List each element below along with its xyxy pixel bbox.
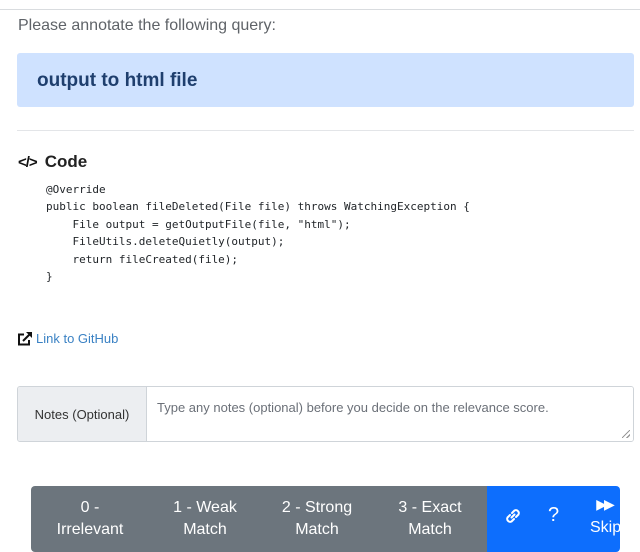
- help-icon: ?: [548, 504, 560, 526]
- github-link[interactable]: Link to GitHub: [18, 331, 118, 346]
- score-1-label: 1 - Weak Match: [173, 499, 237, 538]
- code-header: </> Code: [18, 152, 87, 172]
- resize-grip-icon[interactable]: [622, 430, 630, 438]
- score-toolbar: 0 - Irrelevant 1 - Weak Match 2 - Strong…: [31, 486, 621, 552]
- link-icon: [506, 509, 520, 523]
- action-group: ? ▶▶ Skip: [487, 486, 621, 552]
- code-title: Code: [44, 152, 88, 171]
- code-snippet: @Override public boolean fileDeleted(Fil…: [46, 183, 470, 284]
- help-button[interactable]: ?: [548, 504, 559, 527]
- code-brackets-icon: </>: [18, 153, 38, 171]
- skip-button[interactable]: ▶▶ Skip: [590, 496, 621, 537]
- fast-forward-icon: ▶▶: [596, 496, 614, 512]
- score-2-button[interactable]: 2 - Strong Match: [261, 486, 373, 552]
- notes-group: Notes (Optional): [17, 386, 634, 442]
- top-divider: [0, 9, 640, 10]
- score-3-button[interactable]: 3 - Exact Match: [373, 486, 487, 552]
- annotation-prompt: Please annotate the following query:: [18, 17, 276, 34]
- notes-input[interactable]: [147, 387, 633, 441]
- query-text: output to html file: [37, 70, 198, 91]
- notes-field-wrapper: [147, 387, 633, 441]
- skip-label: Skip: [590, 519, 622, 536]
- score-2-label: 2 - Strong Match: [281, 499, 353, 538]
- score-3-label: 3 - Exact Match: [398, 499, 462, 538]
- query-box: output to html file: [17, 53, 634, 107]
- score-0-button[interactable]: 0 - Irrelevant: [31, 486, 149, 552]
- score-0-label: 0 - Irrelevant: [56, 499, 124, 538]
- copy-link-button[interactable]: [503, 506, 523, 526]
- notes-label: Notes (Optional): [18, 387, 147, 441]
- score-1-button[interactable]: 1 - Weak Match: [149, 486, 261, 552]
- github-link-label: Link to GitHub: [36, 331, 119, 346]
- section-divider: [17, 130, 634, 131]
- external-link-icon: [18, 331, 32, 345]
